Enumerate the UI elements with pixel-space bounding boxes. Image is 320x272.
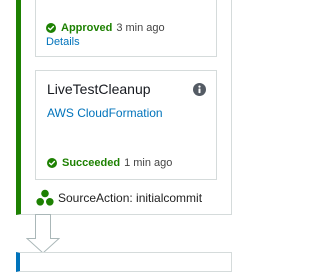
down-arrow-icon bbox=[26, 214, 60, 254]
source-action-label: SourceAction: initialcommit bbox=[58, 191, 203, 205]
cleanup-status: Succeeded 1 min ago bbox=[47, 156, 172, 170]
status-label: Approved bbox=[61, 22, 113, 34]
source-action: SourceAction: initialcommit bbox=[36, 189, 202, 207]
check-circle-icon bbox=[47, 158, 57, 168]
action-title: LiveTestCleanup bbox=[47, 81, 151, 97]
details-link[interactable]: Details bbox=[46, 36, 80, 48]
status-label: Succeeded bbox=[62, 157, 121, 169]
source-action-icon bbox=[36, 189, 54, 206]
approval-status: Approved 3 min ago bbox=[46, 21, 165, 35]
provider-link[interactable]: AWS CloudFormation bbox=[47, 106, 163, 120]
status-time: 3 min ago bbox=[116, 22, 165, 34]
status-time: 1 min ago bbox=[124, 157, 173, 169]
check-circle-icon bbox=[46, 23, 56, 33]
next-pipeline-stage bbox=[16, 252, 232, 272]
approval-action-card: Approved 3 min ago Details bbox=[35, 0, 217, 57]
cleanup-action-card: LiveTestCleanup AWS CloudFormation Succe… bbox=[35, 70, 217, 180]
info-circle-icon[interactable] bbox=[193, 83, 206, 96]
